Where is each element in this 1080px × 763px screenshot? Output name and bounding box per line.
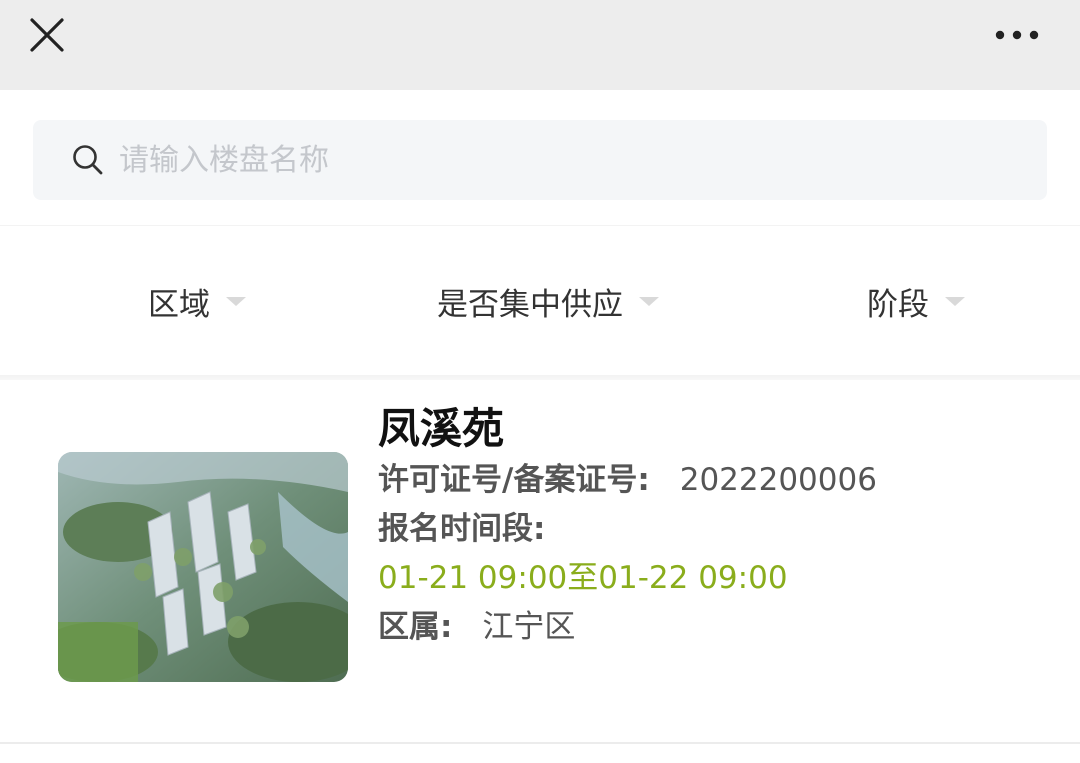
signup-period-label: 报名时间段: (378, 511, 546, 547)
aerial-building-image (58, 452, 348, 682)
top-navigation-bar (0, 0, 1080, 90)
permit-label: 许可证号/备案证号: (378, 462, 650, 498)
caret-down-icon (226, 296, 246, 306)
search-section (0, 90, 1080, 225)
search-input[interactable] (119, 130, 999, 190)
filter-centralized-supply[interactable]: 是否集中供应 (437, 276, 659, 326)
more-horizontal-icon (995, 30, 1039, 40)
filter-region-label: 区域 (148, 286, 210, 323)
filter-stage-label: 阶段 (867, 286, 929, 323)
caret-down-icon (639, 296, 659, 306)
close-icon (30, 18, 64, 52)
close-button[interactable] (22, 12, 72, 58)
district-value: 江宁区 (482, 609, 576, 645)
search-icon (73, 145, 103, 175)
signup-time-value: 01-21 09:00至01-22 09:00 (378, 560, 788, 596)
listing-card[interactable]: 凤溪苑 许可证号/备案证号: 2022200006 报名时间段: 01-21 09… (0, 380, 1080, 742)
more-options-button[interactable] (985, 14, 1049, 56)
signup-time-row: 01-21 09:00至01-22 09:00 (378, 554, 1058, 603)
listing-name: 凤溪苑 (378, 404, 505, 453)
filter-bar: 区域 是否集中供应 阶段 (0, 225, 1080, 387)
app-page: 区域 是否集中供应 阶段 (0, 0, 1080, 763)
filter-stage[interactable]: 阶段 (867, 276, 965, 326)
filter-centralized-supply-label: 是否集中供应 (437, 286, 623, 323)
district-label: 区属: (378, 609, 453, 645)
listing-info: 凤溪苑 许可证号/备案证号: 2022200006 报名时间段: 01-21 09… (378, 402, 1058, 652)
signup-period-row: 报名时间段: (378, 505, 1058, 554)
district-row: 区属: 江宁区 (378, 603, 1058, 652)
filter-region[interactable]: 区域 (148, 276, 246, 326)
listing-thumbnail (58, 452, 348, 682)
search-box[interactable] (33, 120, 1047, 200)
list-divider (0, 742, 1080, 744)
permit-row: 许可证号/备案证号: 2022200006 (378, 456, 1058, 505)
permit-value: 2022200006 (679, 462, 877, 498)
caret-down-icon (945, 296, 965, 306)
